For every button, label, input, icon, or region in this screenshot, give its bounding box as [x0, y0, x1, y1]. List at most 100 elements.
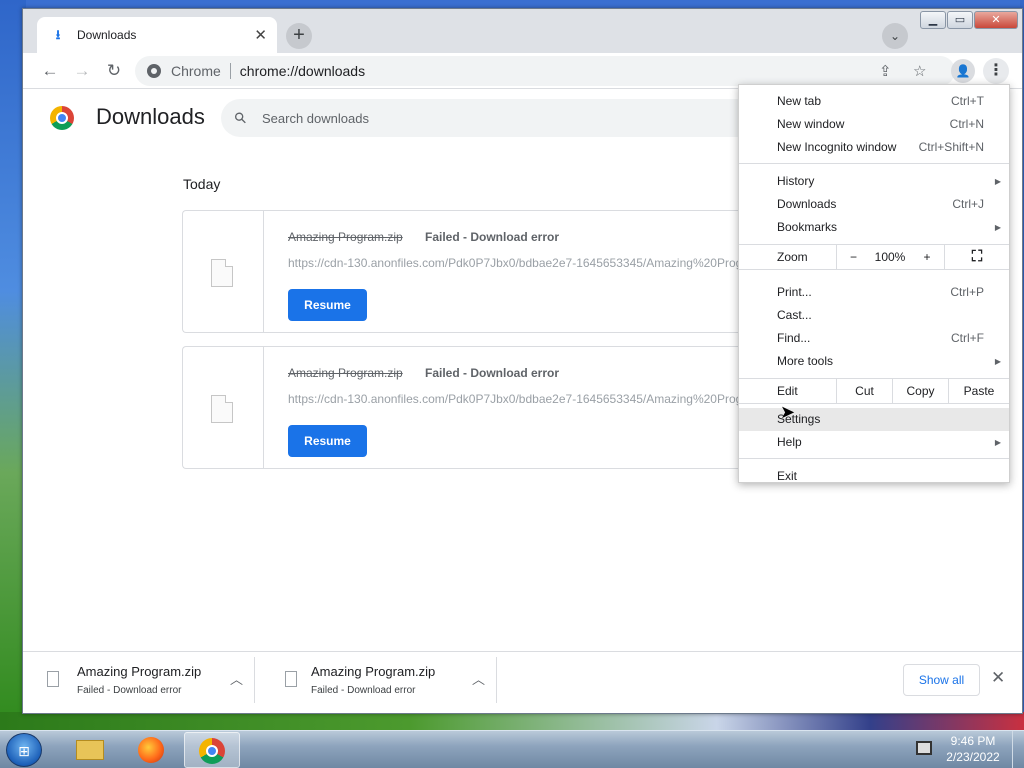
download-url[interactable]: https://cdn-130.anonfiles.com/Pdk0P7Jbx0… [288, 392, 738, 406]
menu-shortcut: Ctrl+J [952, 197, 984, 211]
menu-item-new-window[interactable]: New window Ctrl+N [739, 113, 1009, 136]
file-icon-area [183, 347, 264, 468]
search-box[interactable]: ⚲ [221, 99, 781, 137]
tab-strip: ⭳ Downloads ✕ + ⌄ ▁ ▭ ✕ [23, 9, 1022, 53]
file-icon-area [183, 211, 264, 332]
tab-search-button[interactable]: ⌄ [882, 23, 908, 49]
menu-item-find[interactable]: Find... Ctrl+F [739, 327, 1009, 350]
menu-item-more-tools[interactable]: More tools ▶ [739, 350, 1009, 373]
menu-item-help[interactable]: Help ▶ [739, 431, 1009, 454]
menu-label: New Incognito window [777, 140, 897, 154]
menu-item-cast[interactable]: Cast... [739, 304, 1009, 327]
cut-button[interactable]: Cut [836, 379, 892, 403]
resume-button[interactable]: Resume [288, 289, 367, 321]
zoom-level: 100% [874, 250, 906, 264]
menu-label: Exit [777, 469, 798, 483]
new-tab-button[interactable]: + [286, 23, 312, 49]
download-status: Failed - Download error [425, 366, 560, 380]
menu-item-new-tab[interactable]: New tab Ctrl+T [739, 90, 1009, 113]
menu-item-print[interactable]: Print... Ctrl+P [739, 281, 1009, 304]
download-shelf: Amazing Program.zip Failed - Download er… [23, 651, 1022, 707]
shelf-download-item[interactable]: Amazing Program.zip Failed - Download er… [23, 657, 255, 703]
show-all-button[interactable]: Show all [903, 664, 980, 696]
menu-item-bookmarks[interactable]: Bookmarks ▶ [739, 216, 1009, 239]
address-bar[interactable]: Chrome chrome://downloads ⇪ ☆ [135, 56, 955, 86]
download-card: Amazing Program.zip Failed - Download er… [182, 346, 802, 469]
download-file-name[interactable]: Amazing Program.zip [288, 230, 403, 244]
taskbar-chrome-button[interactable] [184, 732, 240, 768]
menu-divider [739, 458, 1009, 459]
download-card: Amazing Program.zip Failed - Download er… [182, 210, 802, 333]
menu-zoom-row: Zoom − 100% + ⛶ [739, 244, 1009, 270]
back-button[interactable]: ← [37, 58, 63, 84]
zoom-out-button[interactable]: − [836, 245, 870, 269]
download-url[interactable]: https://cdn-130.anonfiles.com/Pdk0P7Jbx0… [288, 256, 738, 270]
submenu-arrow-icon: ▶ [994, 438, 1001, 447]
show-desktop-button[interactable] [1012, 731, 1024, 768]
shelf-file-name: Amazing Program.zip [77, 664, 202, 679]
taskbar: ⊞ 9:46 PM 2/23/2022 [0, 730, 1024, 768]
menu-label: Bookmarks [777, 220, 838, 234]
chrome-window: ⭳ Downloads ✕ + ⌄ ▁ ▭ ✕ ← → ↻ Chrome chr… [22, 8, 1023, 714]
menu-shortcut: Ctrl+N [949, 117, 984, 131]
submenu-arrow-icon: ▶ [994, 223, 1001, 232]
shelf-download-item[interactable]: Amazing Program.zip Failed - Download er… [265, 657, 497, 703]
fullscreen-icon[interactable]: ⛶ [944, 245, 1009, 269]
zoom-in-button[interactable]: + [910, 245, 944, 269]
menu-item-downloads[interactable]: Downloads Ctrl+J [739, 193, 1009, 216]
shelf-status: Failed - Download error [77, 685, 182, 696]
close-shelf-icon[interactable]: ✕ [991, 668, 1005, 688]
shelf-status: Failed - Download error [311, 685, 416, 696]
address-divider [229, 63, 231, 79]
download-icon: ⭳ [55, 27, 61, 42]
chrome-menu-button[interactable]: ⋮ [983, 58, 1009, 84]
shelf-file-name: Amazing Program.zip [311, 664, 436, 679]
share-icon[interactable]: ⇪ [879, 62, 892, 80]
profile-button[interactable]: 👤 [951, 59, 975, 83]
menu-label: History [777, 174, 815, 188]
close-window-button[interactable]: ✕ [974, 11, 1018, 29]
resume-button[interactable]: Resume [288, 425, 367, 457]
chevron-up-icon[interactable]: ︿ [472, 669, 485, 688]
zoom-label: Zoom [777, 250, 808, 264]
maximize-button[interactable]: ▭ [947, 11, 973, 29]
menu-label: Cast... [777, 308, 812, 322]
reload-button[interactable]: ↻ [101, 58, 127, 84]
file-icon [47, 671, 59, 687]
download-file-name[interactable]: Amazing Program.zip [288, 366, 403, 380]
folder-icon [76, 740, 104, 760]
copy-button[interactable]: Copy [892, 379, 948, 403]
menu-shortcut: Ctrl+Shift+N [918, 140, 984, 154]
taskbar-firefox-button[interactable] [123, 732, 179, 768]
firefox-icon [138, 737, 164, 763]
menu-divider [739, 163, 1009, 164]
clock-date[interactable]: 2/23/2022 [944, 750, 1002, 764]
chevron-up-icon[interactable]: ︿ [230, 669, 243, 688]
submenu-arrow-icon: ▶ [994, 357, 1001, 366]
menu-label: New window [777, 117, 845, 131]
clock-time[interactable]: 9:46 PM [948, 734, 998, 748]
menu-item-exit[interactable]: Exit [739, 465, 1009, 488]
download-status: Failed - Download error [425, 230, 560, 244]
file-icon [211, 395, 233, 423]
paste-button[interactable]: Paste [948, 379, 1009, 403]
menu-label: New tab [777, 94, 822, 108]
address-url[interactable]: chrome://downloads [240, 63, 365, 79]
chrome-icon [199, 738, 225, 764]
menu-item-history[interactable]: History ▶ [739, 170, 1009, 193]
date-heading: Today [183, 176, 221, 192]
tab-downloads[interactable]: ⭳ Downloads ✕ [37, 17, 277, 53]
minimize-button[interactable]: ▁ [920, 11, 946, 29]
taskbar-explorer-button[interactable] [62, 732, 118, 768]
menu-label: Downloads [777, 197, 837, 211]
network-icon[interactable] [916, 741, 932, 755]
chrome-app-menu: New tab Ctrl+T New window Ctrl+N New Inc… [738, 84, 1010, 483]
start-button[interactable]: ⊞ [6, 733, 42, 767]
close-tab-icon[interactable]: ✕ [254, 26, 267, 44]
file-icon [285, 671, 297, 687]
edit-label: Edit [777, 384, 798, 398]
bookmark-star-icon[interactable]: ☆ [913, 62, 926, 80]
forward-button[interactable]: → [69, 58, 95, 84]
menu-item-new-incognito[interactable]: New Incognito window Ctrl+Shift+N [739, 136, 1009, 159]
search-input[interactable] [262, 110, 662, 126]
